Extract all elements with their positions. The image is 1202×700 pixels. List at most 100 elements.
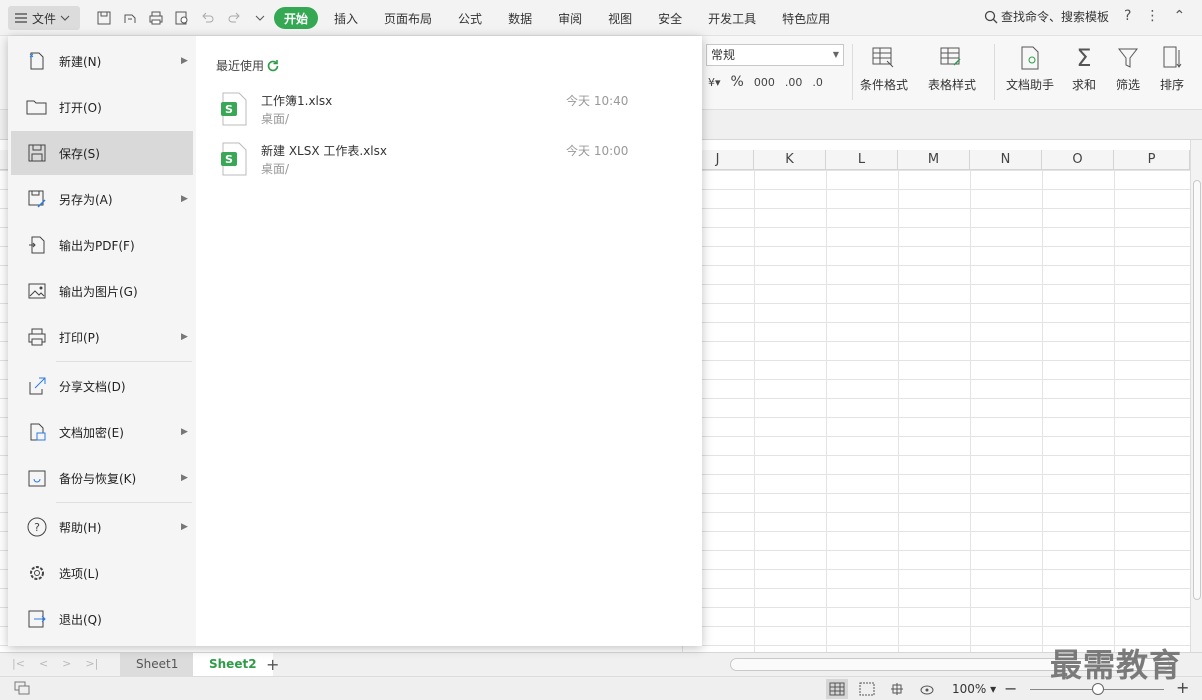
- tab-developer[interactable]: 开发工具: [698, 7, 766, 29]
- grid-column-line: [826, 170, 827, 652]
- number-format-value: 常规: [711, 48, 736, 62]
- vertical-scrollbar[interactable]: [1190, 140, 1202, 652]
- zoom-level[interactable]: 100% ▾: [952, 682, 996, 696]
- more-options-icon[interactable]: ⋮: [1145, 8, 1159, 24]
- column-header-k[interactable]: K: [754, 150, 826, 170]
- recent-file-item[interactable]: S 工作簿1.xlsx 桌面/ 今天 10:40: [220, 88, 640, 132]
- number-format-select[interactable]: 常规 ▼: [706, 44, 844, 66]
- help-icon: ?: [25, 515, 49, 539]
- print-preview-icon[interactable]: [172, 8, 192, 28]
- menu-item-share[interactable]: 分享文档(D): [11, 364, 193, 408]
- zoom-out-icon[interactable]: −: [1004, 679, 1017, 698]
- menu-item-label: 文档加密(E): [59, 425, 124, 440]
- tab-page-layout[interactable]: 页面布局: [374, 7, 442, 29]
- column-header-m[interactable]: M: [898, 150, 970, 170]
- reading-mode-icon[interactable]: [886, 679, 908, 699]
- conditional-format-button[interactable]: 条件格式: [860, 44, 908, 93]
- customize-toolbar-icon[interactable]: [250, 8, 270, 28]
- recent-file-name: 工作簿1.xlsx: [261, 94, 333, 108]
- menu-item-open[interactable]: 打开(O): [11, 85, 193, 129]
- menu-item-help[interactable]: ? 帮助(H) ▶: [11, 505, 193, 549]
- menu-item-label: 退出(Q): [59, 612, 102, 627]
- menu-item-export-image[interactable]: 输出为图片(G): [11, 269, 193, 313]
- tab-home[interactable]: 开始: [274, 7, 319, 29]
- image-export-icon: [25, 279, 49, 303]
- chevron-right-icon: ▶: [181, 332, 188, 342]
- tab-view[interactable]: 视图: [598, 7, 642, 29]
- menu-item-backup[interactable]: 备份与恢复(K) ▶: [11, 456, 193, 500]
- menu-item-label: 分享文档(D): [59, 379, 126, 394]
- menu-item-options[interactable]: 选项(L): [11, 551, 193, 595]
- sheet-tab-sheet2[interactable]: Sheet2: [193, 653, 273, 676]
- help-icon[interactable]: ?: [1124, 8, 1131, 24]
- menu-item-exit[interactable]: 退出(Q): [11, 597, 193, 641]
- macro-icon[interactable]: [14, 681, 30, 698]
- prev-sheet-icon[interactable]: <: [39, 657, 48, 670]
- tab-data[interactable]: 数据: [498, 7, 542, 29]
- menu-item-print[interactable]: 打印(P) ▶: [11, 315, 193, 359]
- first-sheet-icon[interactable]: |<: [12, 657, 25, 670]
- eye-protection-icon[interactable]: [916, 679, 938, 699]
- column-header-l[interactable]: L: [826, 150, 898, 170]
- print-icon[interactable]: [146, 8, 166, 28]
- page-break-view-icon[interactable]: [856, 679, 878, 699]
- menu-item-label: 打印(P): [59, 330, 100, 345]
- filter-button[interactable]: 筛选: [1114, 44, 1142, 93]
- scrollbar-thumb[interactable]: [1193, 180, 1201, 600]
- quick-access-toolbar: [94, 8, 270, 28]
- undo-icon[interactable]: [198, 8, 218, 28]
- collapse-ribbon-icon[interactable]: ⌃: [1173, 8, 1185, 24]
- exit-icon: [25, 607, 49, 631]
- normal-view-icon[interactable]: [826, 679, 848, 699]
- decrease-decimal-icon[interactable]: .0: [812, 76, 823, 89]
- command-search[interactable]: 查找命令、搜索模板: [984, 8, 1109, 25]
- zoom-value: 100%: [952, 682, 987, 696]
- menu-item-label: 打开(O): [59, 100, 102, 115]
- recent-file-item[interactable]: S 新建 XLSX 工作表.xlsx 桌面/ 今天 10:00: [220, 138, 640, 182]
- save-icon[interactable]: [94, 8, 114, 28]
- output-icon[interactable]: [120, 8, 140, 28]
- menu-bar: 文件 开始 插入 页面布局 公式 数据 审阅 视图 安全 开发工具 特色应用 查…: [0, 0, 1202, 36]
- menu-item-label: 备份与恢复(K): [59, 471, 137, 486]
- tab-insert[interactable]: 插入: [324, 7, 368, 29]
- sheet-tab-sheet1[interactable]: Sheet1: [120, 653, 195, 676]
- file-menu-button[interactable]: 文件: [8, 6, 80, 30]
- menu-item-export-pdf[interactable]: 输出为PDF(F): [11, 223, 193, 267]
- save-icon: [25, 141, 49, 165]
- column-header-o[interactable]: O: [1042, 150, 1114, 170]
- new-file-icon: [25, 49, 49, 73]
- gear-icon: [25, 561, 49, 585]
- thousands-icon[interactable]: 000: [754, 76, 775, 89]
- doc-helper-label: 文档助手: [1006, 78, 1055, 92]
- filter-icon: [1114, 44, 1142, 72]
- doc-helper-icon: [1016, 44, 1044, 72]
- svg-text:S: S: [225, 103, 233, 116]
- doc-helper-button[interactable]: 文档助手: [1006, 44, 1054, 93]
- increase-decimal-icon[interactable]: .00: [785, 76, 803, 89]
- backup-icon: [25, 466, 49, 490]
- recent-file-time: 今天 10:00: [566, 144, 629, 158]
- tab-review[interactable]: 审阅: [548, 7, 592, 29]
- percent-icon[interactable]: %: [731, 74, 744, 90]
- column-header-n[interactable]: N: [970, 150, 1042, 170]
- sigma-icon: Σ: [1076, 44, 1092, 72]
- tab-security[interactable]: 安全: [648, 7, 692, 29]
- tab-features[interactable]: 特色应用: [772, 7, 840, 29]
- redo-icon[interactable]: [224, 8, 244, 28]
- add-sheet-icon[interactable]: +: [266, 655, 279, 674]
- table-style-button[interactable]: 表格样式: [928, 44, 976, 93]
- refresh-icon[interactable]: [266, 59, 280, 73]
- menu-item-new[interactable]: 新建(N) ▶: [11, 39, 193, 83]
- tab-formulas[interactable]: 公式: [448, 7, 492, 29]
- menu-item-save-as[interactable]: 另存为(A) ▶: [11, 177, 193, 221]
- currency-icon[interactable]: ¥▾: [708, 76, 721, 89]
- search-icon: [984, 10, 998, 23]
- last-sheet-icon[interactable]: >|: [85, 657, 98, 670]
- column-header-p[interactable]: P: [1114, 150, 1190, 170]
- menu-item-save[interactable]: 保存(S): [11, 131, 193, 175]
- sort-button[interactable]: 排序: [1158, 44, 1186, 93]
- ribbon-tabs: 开始 插入 页面布局 公式 数据 审阅 视图 安全 开发工具 特色应用: [274, 7, 846, 29]
- next-sheet-icon[interactable]: >: [62, 657, 71, 670]
- menu-item-encrypt[interactable]: 文档加密(E) ▶: [11, 410, 193, 454]
- sum-button[interactable]: Σ 求和: [1070, 44, 1098, 93]
